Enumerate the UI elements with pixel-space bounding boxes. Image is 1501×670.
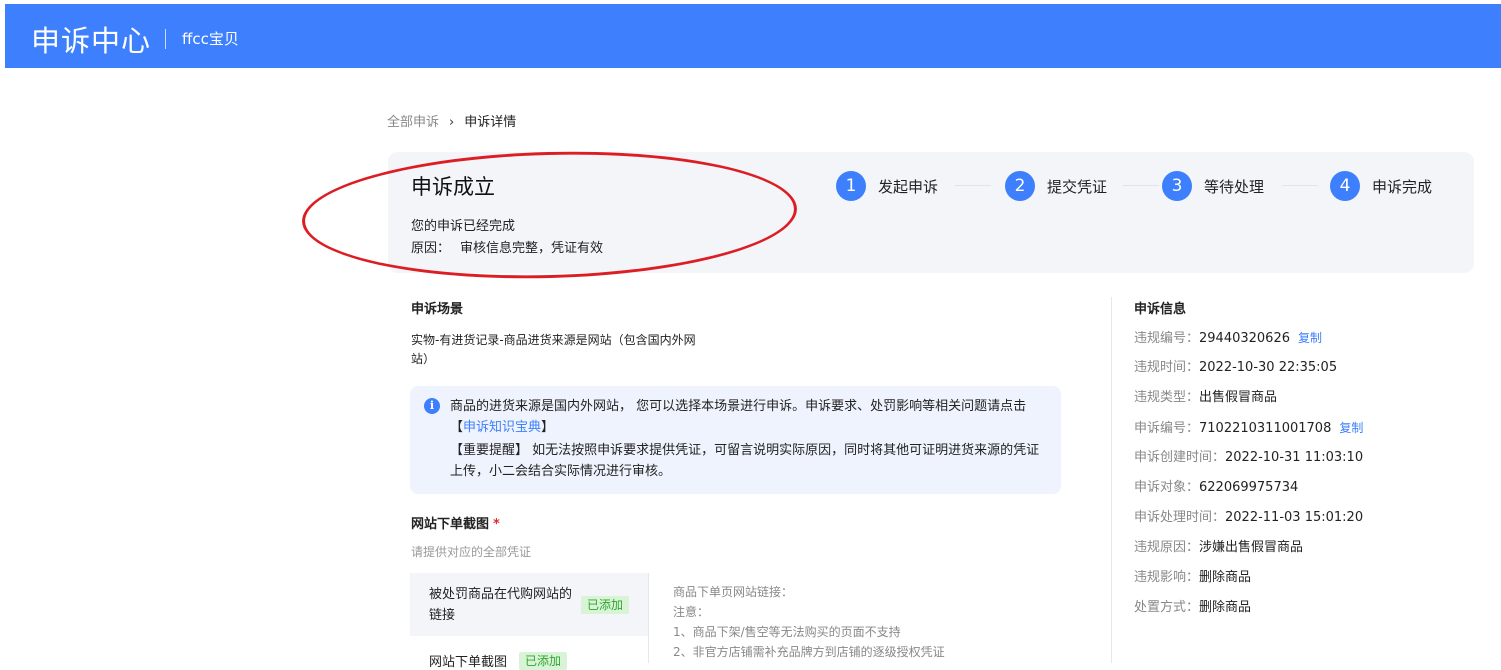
shop-name: ffcc宝贝 [182, 30, 239, 48]
evidence-detail-line: 1、商品下架/售空等无法购买的页面不支持 [673, 625, 901, 639]
evidence-item-label[interactable]: 网站下单截图 [429, 651, 507, 670]
info-key: 申诉对象： [1134, 480, 1200, 495]
info-row-violation-type: 违规类型：出售假冒商品 [1134, 388, 1363, 418]
info-value: 622069975734 [1199, 480, 1299, 495]
evidence-item-label[interactable]: 被处罚商品在代购网站的链接 [429, 584, 575, 626]
info-row-appeal-target: 申诉对象：622069975734 [1134, 478, 1363, 508]
upload-hint: 请提供对应的全部凭证 [411, 545, 532, 559]
top-header: 申诉中心 ffcc宝贝 [5, 4, 1501, 68]
copy-violation-id-button[interactable]: 复制 [1298, 331, 1322, 345]
info-key: 违规时间： [1134, 360, 1200, 375]
step-label: 申诉完成 [1372, 178, 1433, 196]
info-circle-icon: i [424, 398, 440, 414]
info-key: 违规影响： [1134, 570, 1200, 585]
appeal-info-title: 申诉信息 [1134, 302, 1187, 317]
breadcrumb-all-appeals-link[interactable]: 全部申诉 [387, 115, 439, 130]
step-label: 提交凭证 [1047, 178, 1108, 196]
upload-section-title: 网站下单截图 * [411, 513, 500, 532]
info-key: 违规类型： [1134, 390, 1200, 405]
app-title: 申诉中心 [31, 24, 152, 58]
breadcrumb: 全部申诉 › 申诉详情 [387, 111, 516, 130]
added-badge: 已添加 [581, 596, 630, 614]
scene-section-title: 申诉场景 [411, 302, 464, 317]
info-row-violation-id: 违规编号：29440320626 复制 [1134, 328, 1363, 358]
info-key: 违规原因： [1134, 540, 1200, 555]
step-connector [1282, 185, 1318, 186]
info-value: 出售假冒商品 [1199, 390, 1278, 405]
info-row-violation-reason: 违规原因：涉嫌出售假冒商品 [1134, 538, 1363, 568]
step-label: 等待处理 [1204, 178, 1265, 196]
info-key: 申诉编号： [1134, 421, 1200, 436]
step-number: 1 [836, 171, 866, 201]
info-value: 涉嫌出售假冒商品 [1199, 540, 1304, 555]
step-connector [1123, 185, 1159, 186]
info-row-violation-time: 违规时间：2022-10-30 22:35:05 [1134, 358, 1363, 388]
title-divider [165, 29, 166, 49]
info-row-created-time: 申诉创建时间：2022-10-31 11:03:10 [1134, 448, 1363, 478]
breadcrumb-current: 申诉详情 [464, 115, 517, 130]
evidence-detail-line: 商品下单页网站链接： [673, 585, 794, 599]
step-label: 发起申诉 [878, 178, 939, 196]
info-value: 删除商品 [1199, 570, 1252, 585]
info-key: 处置方式： [1134, 600, 1200, 615]
added-badge: 已添加 [519, 652, 568, 670]
info-value: 7102210311001708 [1199, 421, 1332, 436]
info-value: 29440320626 [1199, 331, 1290, 346]
step-number: 3 [1162, 171, 1192, 201]
info-row-violation-impact: 违规影响：删除商品 [1134, 568, 1363, 598]
evidence-detail: 商品下单页网站链接： 注意： 1、商品下架/售空等无法购买的页面不支持 2、非官… [673, 582, 945, 662]
upload-title-text: 网站下单截图 [411, 517, 490, 532]
info-value: 2022-10-30 22:35:05 [1199, 360, 1338, 375]
required-mark: * [493, 517, 500, 532]
info-row-processed-time: 申诉处理时间：2022-11-03 15:01:20 [1134, 508, 1363, 538]
info-row-appeal-id: 申诉编号：7102210311001708 复制 [1134, 418, 1363, 448]
knowledge-base-link[interactable]: 申诉知识宝典 [463, 420, 541, 435]
evidence-detail-line: 2、非官方店铺需补充品牌方到店铺的逐级授权凭证 [673, 645, 945, 659]
info-key: 申诉创建时间： [1134, 450, 1226, 465]
info-value: 2022-10-31 11:03:10 [1225, 450, 1364, 465]
notice-paragraph-2: 【重要提醒】 如无法按照申诉要求提供凭证，可留言说明实际原因，同时将其他可证明进… [450, 443, 1040, 479]
step-number: 2 [1005, 171, 1035, 201]
info-row-disposal: 处置方式：删除商品 [1134, 598, 1363, 628]
info-value: 2022-11-03 15:01:20 [1225, 510, 1364, 525]
copy-appeal-id-button[interactable]: 复制 [1339, 421, 1363, 435]
step-connector [955, 185, 991, 186]
appeal-info-list: 违规编号：29440320626 复制 违规时间：2022-10-30 22:35… [1134, 328, 1363, 628]
evidence-detail-line: 注意： [673, 605, 710, 619]
notice-paragraph-1: 商品的进货来源是国内外网站， 您可以选择本场景进行申诉。申诉要求、处罚影响等相关… [450, 396, 1045, 438]
chevron-right-icon: › [449, 115, 455, 130]
info-key: 申诉处理时间： [1134, 510, 1226, 525]
evidence-divider [648, 573, 649, 663]
info-key: 违规编号： [1134, 331, 1200, 346]
notice-text: 】 [541, 420, 555, 435]
info-value: 删除商品 [1199, 600, 1252, 615]
scene-text: 实物-有进货记录-商品进货来源是网站（包含国内外网站） [411, 333, 696, 366]
step-number: 4 [1330, 171, 1360, 201]
panel-divider [1111, 297, 1112, 663]
